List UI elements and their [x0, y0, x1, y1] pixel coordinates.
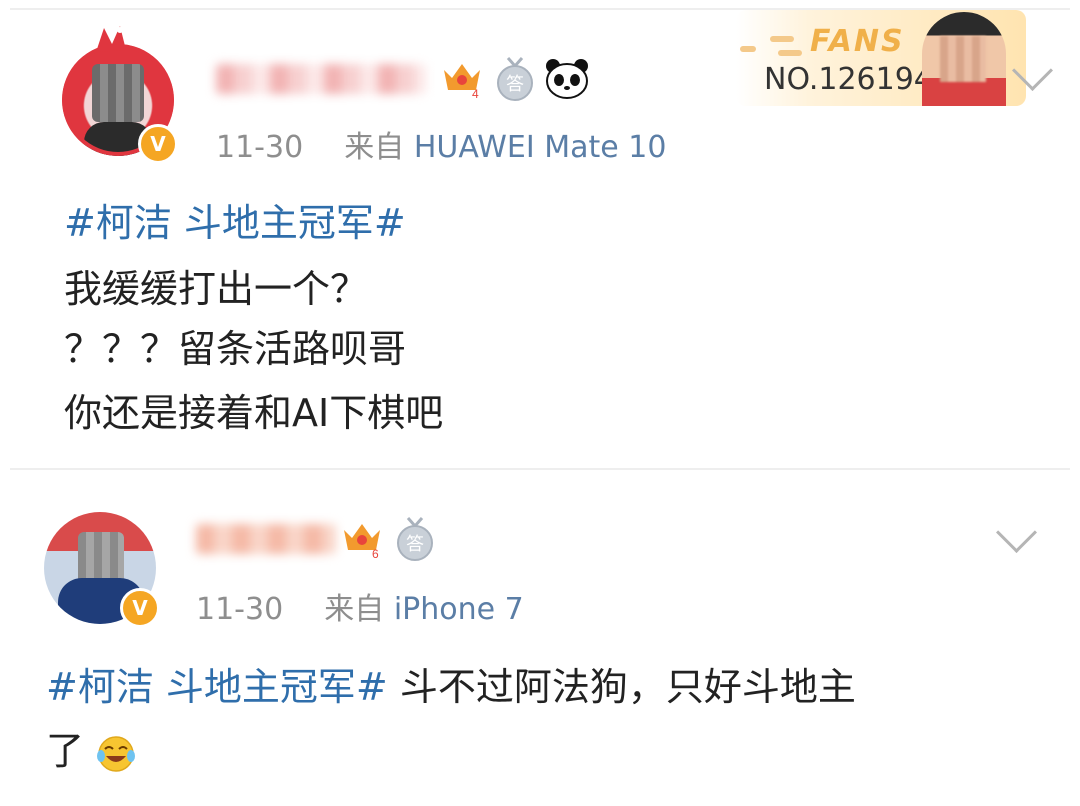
fans-card-number: NO.126194	[764, 62, 933, 97]
svg-text:4: 4	[472, 87, 479, 100]
verified-badge-icon: V	[138, 124, 178, 164]
answer-medal-icon[interactable]: 答	[394, 516, 436, 562]
avatar-pendant-icon	[96, 26, 126, 52]
fans-card-title: FANS	[810, 24, 905, 59]
post-meta: 11-30 来自 HUAWEI Mate 10	[216, 122, 666, 166]
topic-link[interactable]: #柯洁 斗地主冠军#	[64, 201, 406, 245]
post-source-link[interactable]: HUAWEI Mate 10	[414, 130, 667, 165]
post-time: 11-30	[196, 592, 284, 627]
vip-crown-icon[interactable]: 4	[440, 56, 484, 100]
topic-link[interactable]: #柯洁 斗地主冠军#	[46, 665, 388, 709]
post-time: 11-30	[216, 130, 304, 165]
post-text-line: 你还是接着和AI下棋吧	[64, 391, 444, 435]
post-text-line: #柯洁 斗地主冠军#	[64, 192, 406, 254]
fans-card-avatar	[922, 12, 1006, 106]
post-meta: 11-30 来自 iPhone 7	[196, 584, 524, 628]
chevron-down-icon[interactable]	[995, 511, 1038, 554]
panda-icon[interactable]	[544, 56, 590, 100]
post-divider	[10, 468, 1070, 470]
svg-text:答: 答	[406, 534, 424, 555]
vip-crown-icon[interactable]: 6	[340, 516, 384, 560]
post-source-link[interactable]: iPhone 7	[394, 592, 524, 627]
svg-text:答: 答	[506, 74, 524, 95]
post-text-line: 我缓缓打出一个？	[64, 267, 369, 311]
svg-text:6: 6	[372, 547, 379, 560]
answer-medal-icon[interactable]: 答	[494, 56, 536, 102]
laughing-crying-emoji-icon	[97, 735, 136, 772]
fans-card[interactable]: FANS NO.126194	[736, 10, 1026, 106]
post-text-line: ？？？留条活路呗哥	[64, 327, 407, 371]
post-text-line: 了	[46, 720, 136, 782]
from-label: 来自	[324, 592, 385, 627]
from-label: 来自	[344, 130, 405, 165]
verified-badge-icon: V	[120, 588, 160, 628]
username-blurred[interactable]	[216, 64, 426, 94]
post-text-line: #柯洁 斗地主冠军# 斗不过阿法狗，只好斗地主	[46, 665, 856, 709]
username-blurred[interactable]	[196, 524, 336, 554]
